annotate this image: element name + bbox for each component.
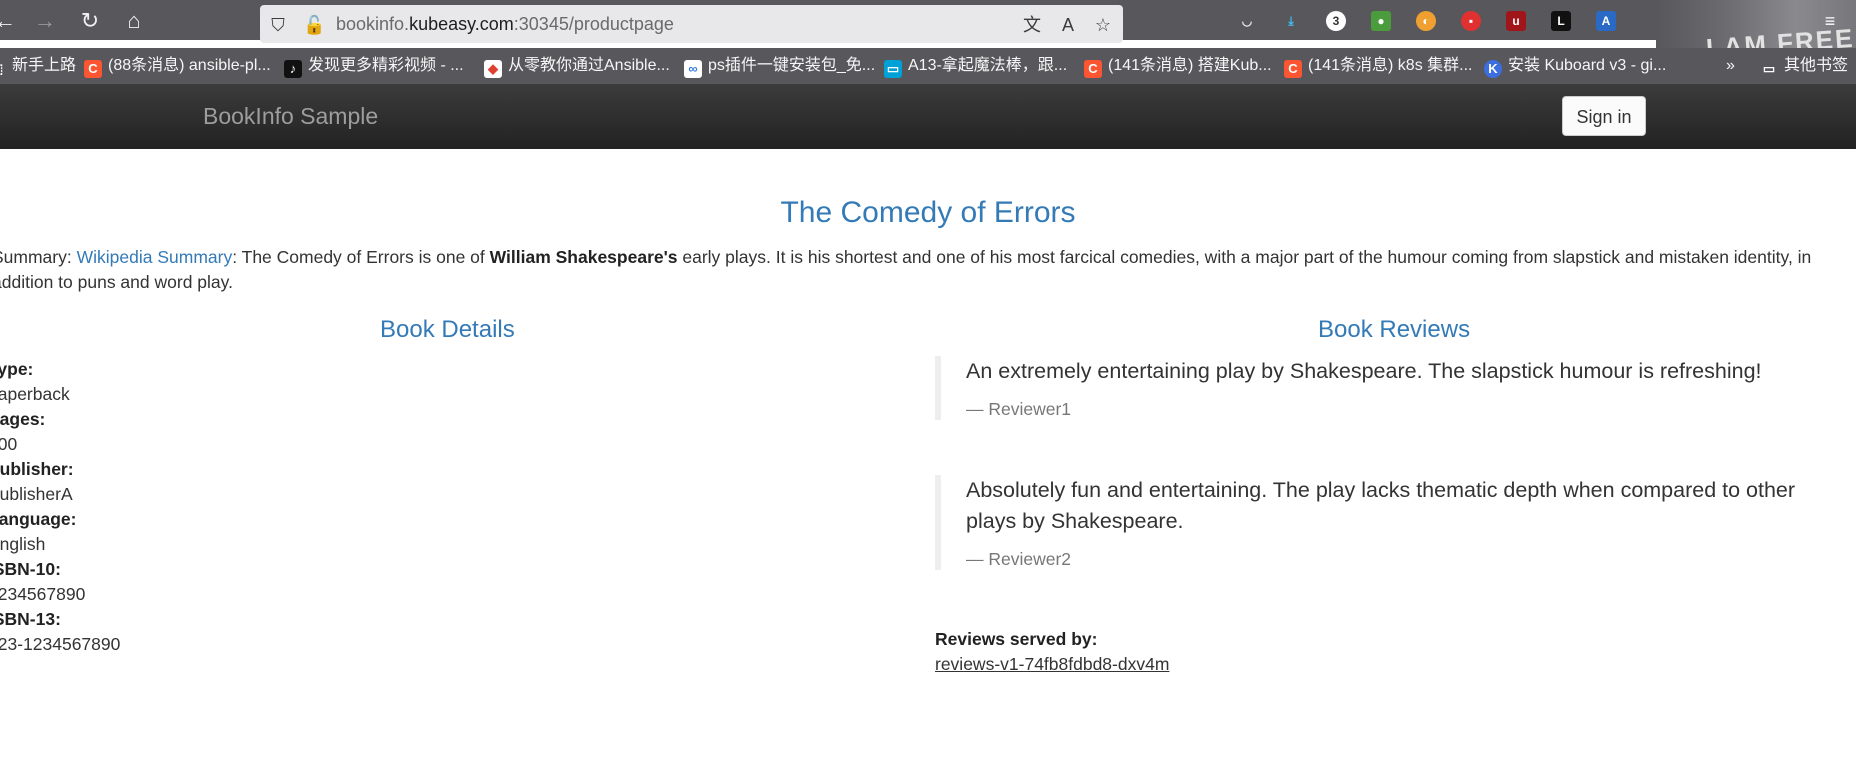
detail-key: Type: xyxy=(0,359,34,379)
csdn-icon: C xyxy=(84,60,102,78)
forward-icon[interactable]: → xyxy=(32,8,58,34)
other-bookmarks[interactable]: ▭ 其他书签 xyxy=(1760,56,1848,76)
detail-value: 1234567890 xyxy=(0,584,86,604)
back-icon[interactable]: ← xyxy=(0,8,18,34)
sign-in-button[interactable]: Sign in xyxy=(1562,96,1646,136)
extension-translate-icon[interactable]: A xyxy=(1596,11,1616,31)
bookmarks-bar: ⬚新手上路 C(88条消息) ansible-pl... ♪发现更多精彩视频 -… xyxy=(0,48,1856,84)
downloads-icon[interactable]: ⤓ xyxy=(1281,11,1301,31)
extension-color-icon[interactable]: ◐ xyxy=(1416,11,1436,31)
extension-l-icon[interactable]: L xyxy=(1551,11,1571,31)
folder-icon: ▭ xyxy=(1762,61,1776,76)
book-details-list: Type: paperback Pages: 200 Publisher: Pu… xyxy=(0,357,120,657)
bookmark-icon: ⬚ xyxy=(0,60,6,78)
served-pod-name: reviews-v1-74fb8fdbd8-dxv4m xyxy=(935,654,1170,674)
csdn-icon: C xyxy=(1284,60,1302,78)
wikipedia-summary-link[interactable]: Wikipedia Summary xyxy=(77,247,233,267)
detail-value: 200 xyxy=(0,434,18,454)
bookmarks-overflow-icon[interactable]: » xyxy=(1726,56,1735,76)
shield-icon[interactable]: ⛉ xyxy=(268,15,288,35)
csdn-icon: C xyxy=(1084,60,1102,78)
bookmark-item[interactable]: ∞ ps插件一键安装包_免... xyxy=(684,56,875,78)
detail-key: Publisher: xyxy=(0,459,74,479)
address-bar[interactable]: ⛉ 🔓 bookinfo.kubeasy.com:30345/productpa… xyxy=(260,5,1123,43)
insecure-lock-icon[interactable]: 🔓 xyxy=(303,15,325,35)
reader-translate-icon[interactable]: A xyxy=(1058,15,1078,35)
douyin-icon: ♪ xyxy=(284,60,302,78)
baidu-pan-icon: ∞ xyxy=(684,60,702,78)
bookmark-item[interactable]: ▭ A13-拿起魔法棒，跟... xyxy=(884,56,1067,78)
brand-title[interactable]: BookInfo Sample xyxy=(203,103,378,130)
kuboard-icon: K xyxy=(1484,60,1502,78)
detail-key: ISBN-10: xyxy=(0,559,61,579)
book-details-heading: Book Details xyxy=(380,316,515,343)
bookmark-star-icon[interactable]: ☆ xyxy=(1093,15,1113,35)
reload-icon[interactable]: ↻ xyxy=(77,8,103,34)
ublock-icon[interactable]: u xyxy=(1506,11,1526,31)
review-text: An extremely entertaining play by Shakes… xyxy=(966,359,1762,383)
bookmark-item[interactable]: ♪ 发现更多精彩视频 - ... xyxy=(284,56,464,78)
bookmark-item[interactable]: C (88条消息) ansible-pl... xyxy=(84,56,271,78)
menu-icon[interactable]: ≡ xyxy=(1820,11,1840,31)
detail-key: ISBN-13: xyxy=(0,609,61,629)
detail-value: 123-1234567890 xyxy=(0,634,121,654)
url-text[interactable]: bookinfo.kubeasy.com:30345/productpage xyxy=(336,14,674,35)
served-by-label: Reviews served by: xyxy=(935,629,1098,649)
reviewer-name: — Reviewer2 xyxy=(966,549,1072,569)
detail-key: Language: xyxy=(0,509,77,529)
bilibili-icon: ▭ xyxy=(884,60,902,78)
bookmark-site-icon: ◆ xyxy=(484,60,502,78)
notifications-badge[interactable]: 3 xyxy=(1326,11,1346,31)
translate-icon[interactable]: 文 xyxy=(1022,15,1042,35)
book-summary: Summary: Wikipedia Summary: The Comedy o… xyxy=(0,247,1812,292)
detail-value: paperback xyxy=(0,384,70,404)
reviews-served-by: Reviews served by: reviews-v1-74fb8fdbd8… xyxy=(935,627,1169,677)
extension-lock-icon[interactable]: ▪ xyxy=(1461,11,1481,31)
reviewer-name: — Reviewer1 xyxy=(966,399,1072,419)
detail-value: PublisherA xyxy=(0,484,73,504)
review-item: An extremely entertaining play by Shakes… xyxy=(935,356,1835,420)
detail-value: English xyxy=(0,534,46,554)
extension-globe-icon[interactable]: ● xyxy=(1371,11,1391,31)
bookmark-item[interactable]: C (141条消息) k8s 集群... xyxy=(1284,56,1472,78)
review-text: Absolutely fun and entertaining. The pla… xyxy=(966,478,1796,533)
home-icon[interactable]: ⌂ xyxy=(121,8,147,34)
pocket-icon[interactable]: ◡ xyxy=(1237,11,1257,31)
book-title: The Comedy of Errors xyxy=(780,196,1076,229)
book-reviews-heading: Book Reviews xyxy=(1318,316,1471,343)
bookmark-item[interactable]: C (141条消息) 搭建Kub... xyxy=(1084,56,1272,78)
detail-key: Pages: xyxy=(0,409,46,429)
bookmark-item[interactable]: ⬚新手上路 xyxy=(0,56,76,76)
review-item: Absolutely fun and entertaining. The pla… xyxy=(935,475,1835,570)
bookmark-item[interactable]: ◆ 从零教你通过Ansible... xyxy=(484,56,670,78)
bookmark-item[interactable]: K 安装 Kuboard v3 - gi... xyxy=(1484,56,1666,78)
